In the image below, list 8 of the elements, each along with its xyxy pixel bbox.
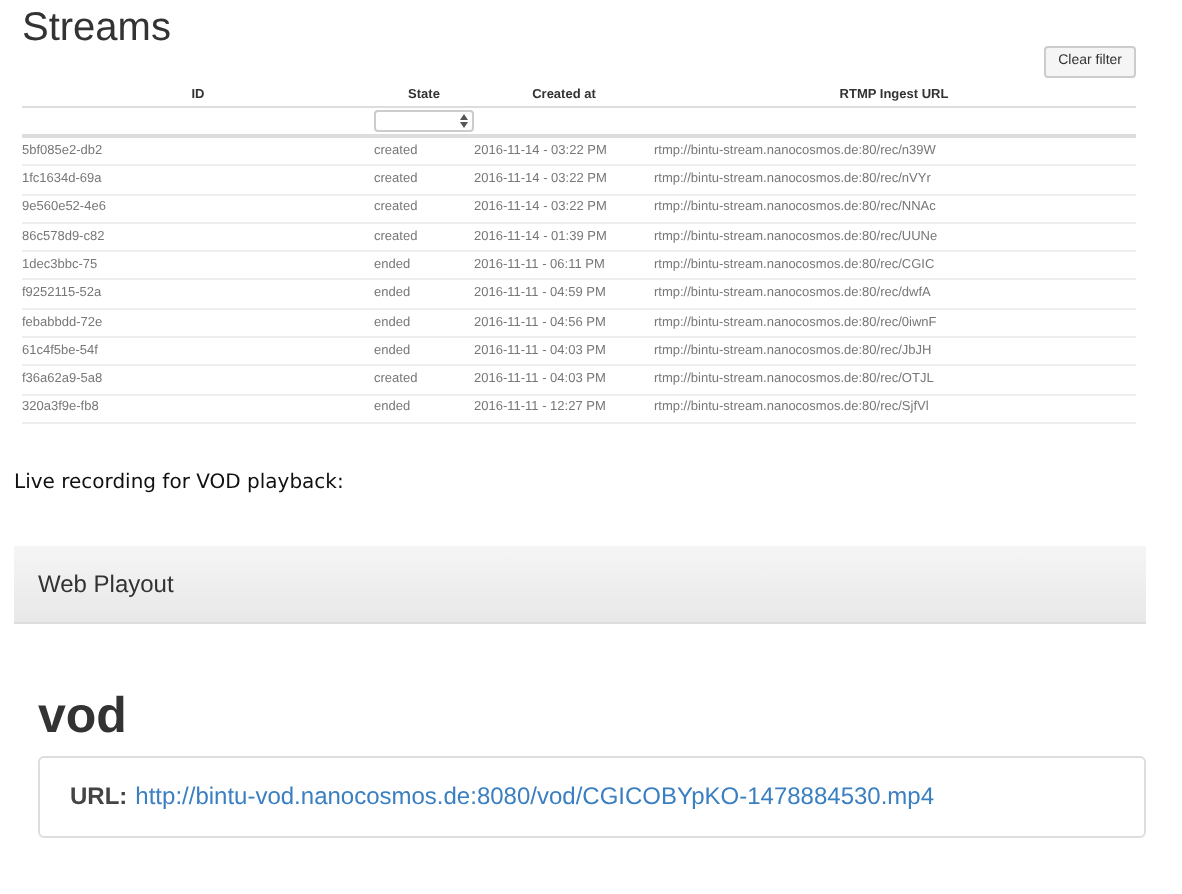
page-title: Streams bbox=[22, 4, 171, 52]
url-label: URL: bbox=[70, 780, 128, 815]
vod-url-link[interactable]: http://bintu-vod.nanocosmos.de:8080/vod/CGICOBYpKO-1478884530.mp4 bbox=[135, 778, 935, 815]
select-arrows-icon bbox=[460, 114, 468, 128]
state-filter-select[interactable] bbox=[374, 110, 474, 132]
vod-heading: vod bbox=[38, 687, 129, 744]
intro-text: Live recording for VOD playback: bbox=[14, 469, 346, 498]
panel-header: Web Playout bbox=[14, 545, 1146, 624]
